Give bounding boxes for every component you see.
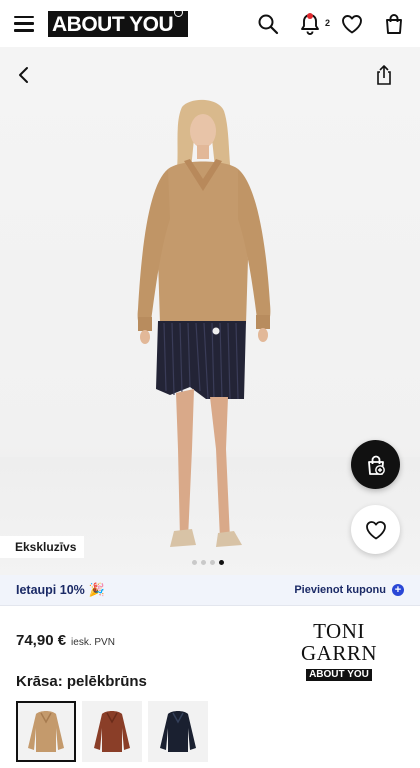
product-photo-model [137, 99, 271, 547]
pagination-dot-active[interactable] [219, 560, 224, 565]
header-actions: 2 [256, 12, 406, 36]
color-swatches [16, 701, 208, 762]
logo-mark: ° [174, 7, 184, 17]
share-icon[interactable] [374, 64, 394, 86]
exclusive-badge: Ekskluzīvs [0, 536, 85, 558]
party-popper-icon: 🎉 [88, 582, 105, 597]
coupon-save-text: Ietaupi 10% [16, 583, 85, 597]
search-icon[interactable] [256, 12, 280, 36]
product-image-gallery[interactable]: Ekskluzīvs [0, 47, 420, 575]
add-coupon-button[interactable]: Pievienot kuponu + [294, 584, 404, 596]
color-label: Krāsa: pelēkbrūns [16, 673, 147, 690]
brand-sub-logo: ABOUT YOU [306, 669, 372, 681]
brand-logo[interactable]: TONI GARRN ABOUT YOU [274, 620, 404, 682]
heart-outline-icon [365, 520, 386, 539]
plus-circle-icon: + [392, 584, 404, 596]
menu-icon[interactable] [14, 15, 34, 32]
color-swatch-rust[interactable] [82, 701, 142, 762]
top-header: ABOUT YOU° 2 [0, 0, 420, 47]
brand-name: TONI GARRN [300, 619, 377, 665]
bag-icon[interactable] [382, 12, 406, 36]
pagination-dot[interactable] [201, 560, 206, 565]
notification-count: 2 [324, 17, 330, 28]
bell-icon[interactable]: 2 [298, 12, 330, 36]
gallery-pagination[interactable] [192, 560, 224, 565]
color-swatch-camel[interactable] [16, 701, 76, 762]
color-swatch-navy[interactable] [148, 701, 208, 762]
sweater-thumbnail [28, 710, 64, 752]
sweater-thumbnail [94, 710, 130, 752]
notification-dot [307, 12, 313, 19]
vat-note: iesk. PVN [71, 637, 115, 648]
pagination-dot[interactable] [210, 560, 215, 565]
price-row: 74,90 € iesk. PVN [16, 632, 115, 649]
product-price: 74,90 € [16, 632, 67, 649]
pagination-dot[interactable] [192, 560, 197, 565]
coupon-banner: Ietaupi 10% 🎉 Pievienot kuponu + [0, 575, 420, 606]
about-you-logo[interactable]: ABOUT YOU° [48, 7, 189, 37]
logo-text: ABOUT YOU [52, 12, 174, 36]
add-to-wishlist-button[interactable] [351, 505, 400, 554]
sweater-thumbnail [160, 710, 196, 752]
back-arrow-icon[interactable] [14, 65, 34, 85]
bag-plus-icon [367, 455, 385, 475]
add-to-bag-button[interactable] [351, 440, 400, 489]
heart-icon[interactable] [340, 12, 364, 36]
add-coupon-label: Pievienot kuponu [294, 584, 386, 596]
